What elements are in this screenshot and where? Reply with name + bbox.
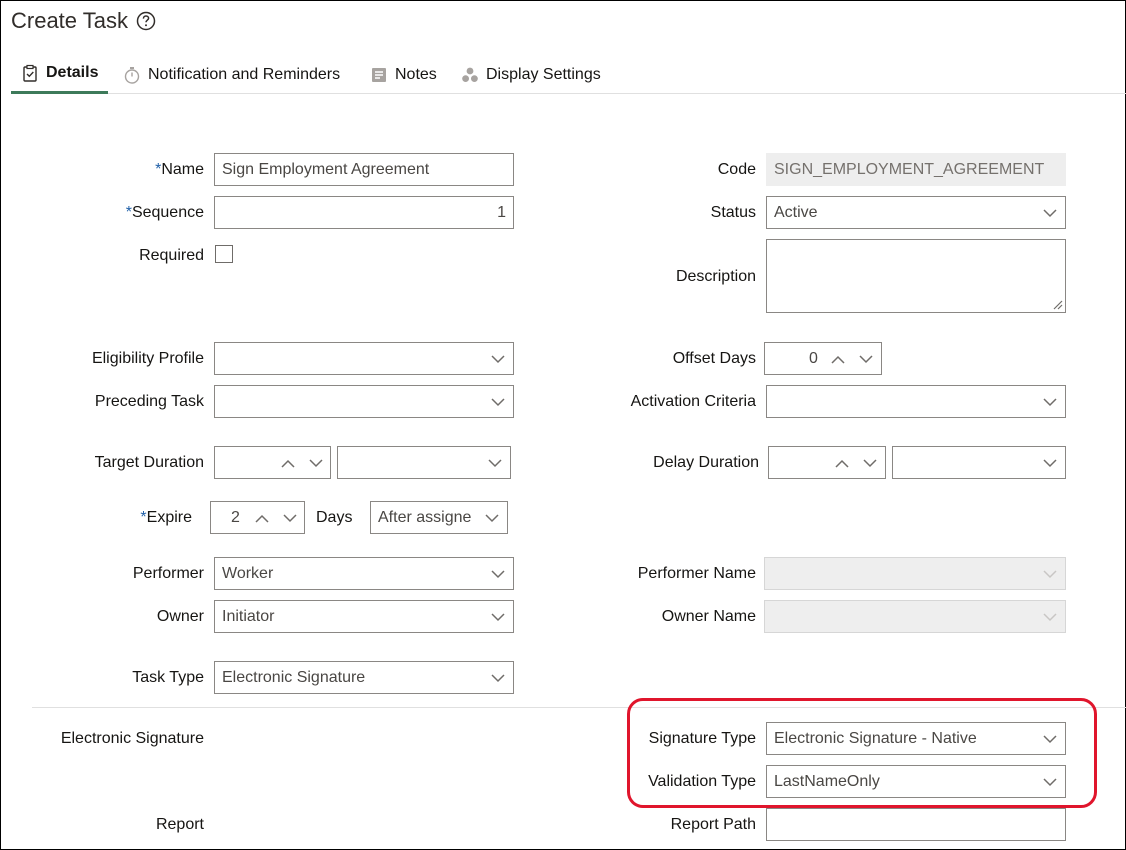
performer-name-label: Performer Name: [637, 565, 756, 582]
target-duration-stepper[interactable]: [214, 446, 331, 479]
chevron-down-icon: [1043, 397, 1057, 406]
chevron-down-icon[interactable]: [309, 458, 323, 468]
chevron-down-icon[interactable]: [283, 513, 297, 523]
task-type-value: Electronic Signature: [222, 668, 366, 686]
code-label: Code: [717, 161, 756, 178]
name-label-text: Name: [161, 161, 204, 178]
title-row: Create Task: [11, 8, 156, 34]
offset-days-stepper[interactable]: 0: [764, 342, 882, 375]
tab-notification-and-reminders[interactable]: Notification and Reminders: [123, 55, 340, 94]
page-title: Create Task: [11, 8, 128, 33]
tab-bar: Details Notification and Reminders Notes…: [11, 55, 1126, 94]
preceding-task-select[interactable]: [214, 385, 514, 418]
tab-details-label: Details: [46, 64, 99, 81]
performer-value: Worker: [222, 564, 274, 582]
chevron-down-icon: [491, 397, 505, 406]
performer-name-select: [764, 557, 1066, 590]
chevron-down-icon: [491, 612, 505, 621]
stopwatch-icon: [124, 66, 140, 84]
chevron-up-icon[interactable]: [255, 514, 269, 523]
tab-display-settings[interactable]: Display Settings: [461, 55, 601, 94]
chevron-down-icon: [1043, 612, 1057, 621]
report-path-label: Report Path: [670, 816, 756, 833]
status-select[interactable]: Active: [766, 196, 1066, 229]
clipboard-icon: [23, 64, 37, 82]
tab-details[interactable]: Details: [11, 55, 109, 94]
sequence-input[interactable]: 1: [214, 196, 514, 229]
target-duration-label: Target Duration: [94, 454, 204, 471]
required-checkbox[interactable]: [215, 245, 233, 263]
activation-criteria-select[interactable]: [766, 385, 1066, 418]
chevron-down-icon: [485, 513, 499, 522]
highlight-annotation: [627, 698, 1097, 808]
sequence-label-text: Sequence: [131, 204, 204, 221]
eligibility-profile-select[interactable]: [214, 342, 514, 375]
resize-handle-icon[interactable]: [1052, 299, 1063, 310]
report-path-input[interactable]: [766, 808, 1066, 841]
help-icon[interactable]: [136, 11, 156, 31]
expire-value: 2: [231, 508, 240, 526]
delay-duration-label: Delay Duration: [653, 454, 759, 471]
chevron-up-icon[interactable]: [835, 459, 849, 468]
performer-label: Performer: [132, 565, 204, 582]
required-label: Required: [139, 247, 204, 264]
expire-label: *Expire: [140, 508, 192, 528]
target-duration-unit-select[interactable]: [337, 446, 511, 479]
expire-unit-label: Days: [316, 509, 353, 526]
report-label: Report: [155, 816, 204, 833]
eligibility-profile-label: Eligibility Profile: [91, 350, 204, 367]
chevron-down-icon: [1043, 458, 1057, 467]
name-input[interactable]: Sign Employment Agreement: [214, 153, 514, 186]
tab-display-label: Display Settings: [486, 65, 601, 83]
status-value: Active: [774, 203, 818, 221]
chevron-down-icon: [491, 673, 505, 682]
description-textarea[interactable]: [766, 239, 1066, 313]
tab-notes[interactable]: Notes: [370, 55, 437, 94]
chevron-down-icon[interactable]: [859, 354, 873, 364]
status-label: Status: [710, 204, 756, 221]
owner-label: Owner: [156, 608, 204, 625]
chevron-down-icon[interactable]: [863, 458, 877, 468]
offset-days-value: 0: [809, 349, 818, 367]
offset-days-label: Offset Days: [672, 350, 756, 367]
chevron-down-icon: [1043, 208, 1057, 217]
chevron-up-icon[interactable]: [831, 355, 845, 364]
tab-notes-label: Notes: [395, 65, 437, 83]
activation-criteria-label: Activation Criteria: [630, 393, 756, 410]
chevron-up-icon[interactable]: [281, 459, 295, 468]
chevron-down-icon: [1043, 569, 1057, 578]
expire-when-select[interactable]: After assigne: [370, 501, 508, 534]
description-label: Description: [675, 268, 756, 285]
name-label: *Name: [155, 160, 204, 180]
code-field: SIGN_EMPLOYMENT_AGREEMENT: [766, 153, 1066, 186]
performer-select[interactable]: Worker: [214, 557, 514, 590]
chevron-down-icon: [491, 569, 505, 578]
delay-duration-unit-select[interactable]: [892, 446, 1066, 479]
owner-name-select: [764, 600, 1066, 633]
expire-label-text: Expire: [146, 509, 192, 526]
electronic-signature-section-label: Electronic Signature: [60, 730, 204, 747]
task-type-select[interactable]: Electronic Signature: [214, 661, 514, 694]
chevron-down-icon: [491, 354, 505, 363]
tab-notification-label: Notification and Reminders: [148, 65, 341, 83]
expire-stepper[interactable]: 2: [210, 501, 305, 534]
preceding-task-label: Preceding Task: [94, 393, 204, 410]
owner-select[interactable]: Initiator: [214, 600, 514, 633]
expire-when-value: After assigne: [378, 508, 472, 526]
chevron-down-icon: [488, 458, 502, 467]
display-settings-icon: [462, 67, 478, 82]
notes-icon: [372, 67, 386, 82]
delay-duration-stepper[interactable]: [768, 446, 886, 479]
owner-name-label: Owner Name: [661, 608, 756, 625]
owner-value: Initiator: [222, 607, 275, 625]
task-type-label: Task Type: [132, 669, 204, 686]
sequence-label: *Sequence: [126, 203, 204, 223]
